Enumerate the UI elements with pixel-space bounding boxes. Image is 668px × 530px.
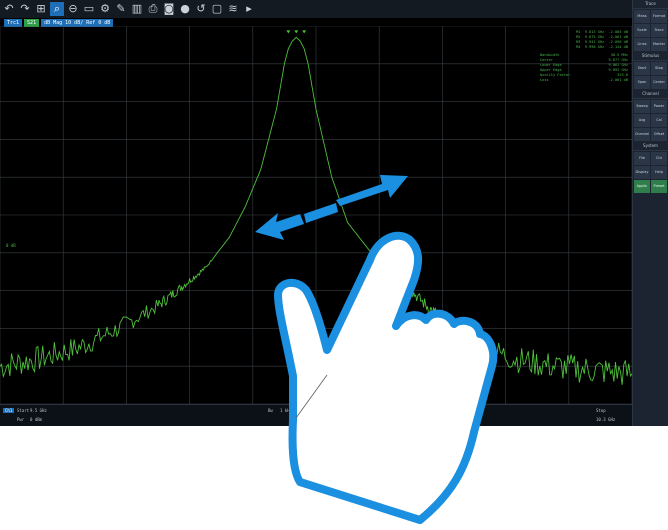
softkey-format[interactable]: Format <box>651 10 667 23</box>
softkey-channel-config[interactable]: Channel Config <box>634 128 650 141</box>
redo-icon[interactable]: ↷ <box>18 2 32 16</box>
softkey-offset[interactable]: Offset <box>651 128 667 141</box>
settings-icon[interactable]: ⚙ <box>98 2 112 16</box>
softkey-scale[interactable]: Scale <box>634 24 650 37</box>
zoom-out-icon[interactable]: ⊖ <box>66 2 80 16</box>
bandfilter-result-row: Loss -2.061 dB <box>540 78 628 83</box>
softkey-lines[interactable]: Lines <box>634 38 650 51</box>
softkey-display[interactable]: Display <box>634 166 650 179</box>
start-value[interactable]: 9.5 GHz <box>30 408 47 413</box>
power-value[interactable]: 0 dBm <box>30 417 42 422</box>
result-value: -2.061 dB <box>608 78 628 82</box>
marker-table: M1 9.813 GHz -2.085 dB M2 9.875 GHz -2.06… <box>540 30 628 83</box>
zoom-active-icon[interactable]: ⌕ <box>50 2 64 16</box>
softkey-applic[interactable]: Applic <box>634 180 650 193</box>
softkey-preset[interactable]: Preset <box>651 180 667 193</box>
frame-icon[interactable]: ▭ <box>82 2 96 16</box>
marker-triangle <box>286 30 291 34</box>
softkey-file[interactable]: File <box>634 152 650 165</box>
zoom-window-icon[interactable]: ⊞ <box>34 2 48 16</box>
softkey-avg[interactable]: Avg <box>634 114 650 127</box>
camera-icon[interactable]: ◙ <box>162 2 176 16</box>
softkey-span[interactable]: Span <box>634 76 650 89</box>
channel-badge[interactable]: Ch1 <box>3 408 15 413</box>
channel-status-bar: Ch1 Start 9.5 GHz Pwr 0 dBm Bw 1 kHz Sto… <box>0 404 632 426</box>
bandwidth-label: Bw <box>268 408 273 413</box>
softkey-trace-config[interactable]: Trace Config <box>651 24 667 37</box>
print-icon[interactable]: ⎙ <box>146 2 160 16</box>
stop-label: Stop <box>596 408 606 413</box>
display-icon[interactable]: ▢ <box>210 2 224 16</box>
undo-icon[interactable]: ↶ <box>2 2 16 16</box>
plot-grid <box>0 26 632 404</box>
softkey-power[interactable]: Power <box>651 100 667 113</box>
softkey-center[interactable]: Center <box>651 76 667 89</box>
softkey-start[interactable]: Start <box>634 62 650 75</box>
softkey-help[interactable]: Help <box>651 166 667 179</box>
marker-triangle <box>302 30 307 34</box>
bandwidth-value[interactable]: 1 kHz <box>280 408 292 413</box>
result-label: Loss <box>540 78 549 82</box>
sidebar-section-title: Channel <box>633 90 668 99</box>
wifi-icon[interactable]: ≋ <box>226 2 240 16</box>
softkey-cal[interactable]: Cal <box>651 114 667 127</box>
softkey-ctrl[interactable]: Ctrl <box>651 152 667 165</box>
softkey-sweep[interactable]: Sweep <box>634 100 650 113</box>
layout-icon[interactable]: ▥ <box>130 2 144 16</box>
sidebar-section-title: Stimulus <box>633 52 668 61</box>
softkey-meas[interactable]: Meas <box>634 10 650 23</box>
analyzer-screen: ↶ ↷ ⊞ ⌕ ⊖ ▭ ⚙ ✎ ▥ ⎙ ◙ ● ↺ ▢ ≋ ▸ Trc1 S21 dB Mag 10 dB/ Re… <box>0 0 668 426</box>
marker-triangle <box>294 30 299 34</box>
more-icon[interactable]: ▸ <box>242 2 256 16</box>
softkey-sidebar: TraceMeasFormatScaleTrace ConfigLinesMar… <box>632 0 668 426</box>
softkey-stop[interactable]: Stop <box>651 62 667 75</box>
marker-icon[interactable]: ● <box>178 2 192 16</box>
trace-plot[interactable] <box>0 26 632 404</box>
stop-value[interactable]: 10.3 GHz <box>596 417 615 422</box>
sidebar-section-title: System <box>633 142 668 151</box>
toolbar: ↶ ↷ ⊞ ⌕ ⊖ ▭ ⚙ ✎ ▥ ⎙ ◙ ● ↺ ▢ ≋ ▸ <box>0 0 632 18</box>
power-label: Pwr <box>17 417 25 422</box>
wizard-icon[interactable]: ✎ <box>114 2 128 16</box>
sidebar-section-title: Trace <box>633 0 668 9</box>
softkey-marker[interactable]: Marker <box>651 38 667 51</box>
start-label: Start <box>17 408 30 413</box>
restore-icon[interactable]: ↺ <box>194 2 208 16</box>
reference-level-label: 0 dB <box>6 243 16 248</box>
